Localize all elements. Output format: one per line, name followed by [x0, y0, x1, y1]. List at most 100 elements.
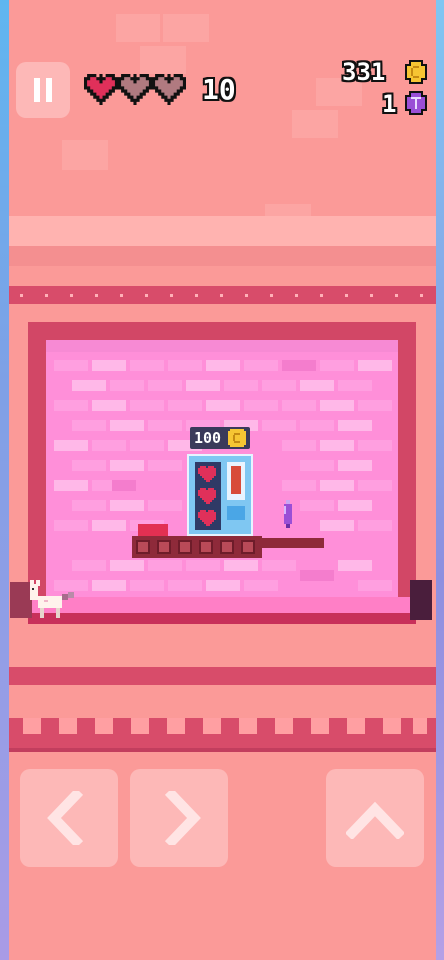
rivet: [70, 294, 73, 297]
brick: [72, 500, 106, 511]
rivet: [95, 294, 98, 297]
brick: [92, 440, 126, 451]
brick: [262, 560, 296, 571]
rivet: [20, 294, 23, 297]
move-right-button[interactable]: [130, 769, 228, 867]
merlon: [383, 718, 401, 734]
brick: [112, 480, 136, 491]
brick: [186, 560, 220, 571]
platform-block: [220, 540, 234, 554]
merlon: [95, 718, 113, 734]
brick: [72, 380, 106, 391]
rivet: [345, 294, 348, 297]
brick: [282, 440, 316, 451]
merlon: [131, 718, 149, 734]
rivet: [370, 294, 373, 297]
brick: [300, 500, 334, 511]
battlement-base: [9, 748, 436, 752]
brick: [110, 460, 144, 471]
brick: [110, 500, 144, 511]
merlon: [347, 718, 365, 734]
merlon: [59, 718, 77, 734]
brick: [148, 560, 182, 571]
chevron-left-icon: [47, 791, 84, 845]
heart-icon: [198, 510, 216, 526]
brick: [92, 520, 126, 531]
brick: [130, 400, 164, 411]
brick: [300, 570, 334, 581]
bg-tile: [292, 110, 338, 138]
coin-slot: [231, 466, 241, 494]
brick: [92, 580, 126, 591]
pause-button[interactable]: [16, 62, 70, 118]
brick: [338, 460, 372, 471]
battlement: [9, 718, 436, 752]
rivet: [395, 294, 398, 297]
brick: [54, 440, 88, 451]
brick: [358, 400, 392, 411]
brick: [92, 400, 126, 411]
brick: [148, 500, 182, 511]
brick: [54, 400, 88, 411]
merlon: [239, 718, 257, 734]
price-tag: 100: [190, 427, 250, 449]
bg-tile: [163, 14, 209, 42]
gem-icon: [405, 91, 427, 115]
platform-block: [157, 540, 171, 554]
brick: [92, 360, 126, 371]
rivet: [145, 294, 148, 297]
chevron-up-icon: [346, 801, 404, 839]
merlon: [311, 718, 329, 734]
heart-empty-icon: [152, 74, 186, 105]
brick-row: [46, 340, 398, 352]
brick: [338, 380, 372, 391]
brick: [186, 380, 220, 391]
brick: [358, 360, 392, 371]
brick: [358, 580, 392, 591]
brick: [282, 400, 316, 411]
heart-full-icon: [84, 74, 118, 105]
brick: [244, 360, 278, 371]
merlon: [275, 718, 293, 734]
brick: [300, 380, 334, 391]
rivet: [220, 294, 223, 297]
heart-icon: [198, 488, 216, 504]
platform-block: [136, 540, 150, 554]
merlon: [413, 718, 427, 734]
coin-counter: 331: [342, 58, 386, 86]
brick: [300, 460, 334, 471]
brick: [130, 360, 164, 371]
brick: [148, 460, 182, 471]
game-screen[interactable]: 100 10 331 1: [0, 0, 444, 960]
heart-vending-machine[interactable]: [187, 454, 253, 536]
platform-block: [178, 540, 192, 554]
price-label: 100: [194, 429, 222, 447]
brick: [320, 480, 354, 491]
coin-icon: [405, 60, 427, 84]
brick: [54, 520, 88, 531]
brick: [224, 560, 258, 571]
jump-button[interactable]: [326, 769, 424, 867]
coin-icon: [228, 429, 246, 447]
riveted-rail: [9, 286, 436, 304]
left-border: [0, 0, 9, 960]
brick: [168, 580, 202, 591]
brick: [358, 520, 392, 531]
bg-tile: [62, 140, 108, 170]
move-left-button[interactable]: [20, 769, 118, 867]
upper-ledge: [9, 216, 436, 246]
machine-display: [227, 462, 245, 500]
brick: [54, 360, 88, 371]
rivet: [320, 294, 323, 297]
bg-tile: [265, 204, 311, 216]
brick: [358, 440, 392, 451]
brick: [320, 400, 354, 411]
exit-door: [410, 580, 432, 620]
brick: [72, 420, 106, 431]
brick: [168, 360, 202, 371]
upper-ledge-shadow: [9, 246, 436, 266]
brick: [320, 440, 354, 451]
heart-icon: [198, 466, 216, 482]
merlon: [23, 718, 41, 734]
rivet: [120, 294, 123, 297]
